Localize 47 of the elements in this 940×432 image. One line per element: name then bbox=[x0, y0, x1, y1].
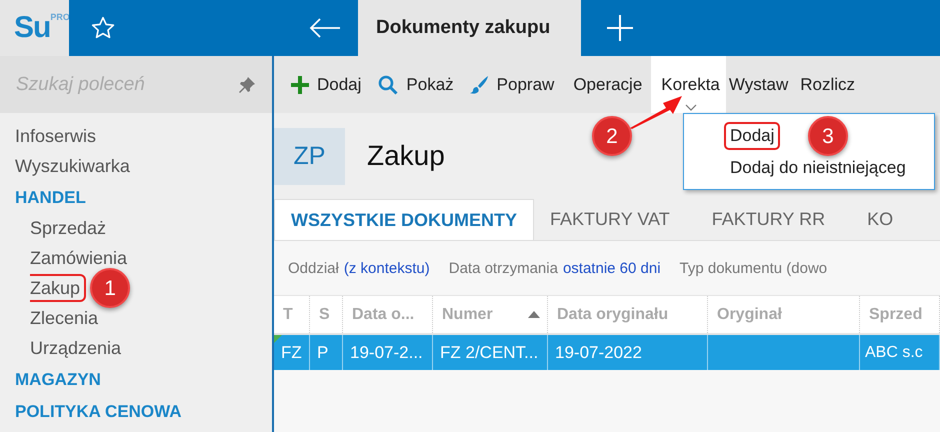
step-badge: 3 bbox=[808, 116, 848, 156]
plus-icon[interactable] bbox=[607, 15, 633, 41]
table-cell: FZ bbox=[281, 342, 302, 362]
tab[interactable]: WSZYSTKIE DOKUMENTY bbox=[274, 199, 534, 240]
logo: Su$^{PRO}$ bbox=[0, 0, 69, 56]
document-code: ZP bbox=[274, 128, 345, 184]
toolbar-button[interactable]: Korekta bbox=[651, 56, 726, 113]
page-title: Zakup bbox=[367, 140, 445, 172]
sidebar-item[interactable]: Sprzedaż bbox=[30, 214, 112, 242]
tab[interactable]: KO bbox=[851, 199, 910, 240]
section-header[interactable]: POLITYKA CENOWA bbox=[15, 397, 272, 427]
toolbar-button[interactable]: Dodaj bbox=[288, 56, 376, 113]
section-header[interactable]: MAGAZYN bbox=[15, 365, 272, 395]
star-icon[interactable] bbox=[90, 15, 116, 41]
filter-link[interactable]: (z kontekstu) bbox=[344, 260, 430, 276]
menu-item[interactable]: Dodaj bbox=[724, 122, 780, 150]
toolbar-button[interactable]: Popraw bbox=[466, 56, 570, 113]
pointer-arrow bbox=[628, 94, 684, 130]
filter-link[interactable]: ostatnie 60 dni bbox=[562, 260, 661, 276]
table-cell: 19-07-2022 bbox=[555, 342, 642, 362]
filter-label: Data otrzymania bbox=[448, 260, 558, 276]
filter-label: Typ dokumentu (dowo bbox=[680, 260, 828, 276]
window-tab[interactable]: Dokumenty zakupu bbox=[358, 0, 581, 56]
pin-icon[interactable] bbox=[238, 76, 256, 94]
toolbar-button[interactable]: Operacje bbox=[570, 56, 652, 113]
toolbar-button[interactable]: Wystaw bbox=[726, 56, 798, 113]
table-cell: ABC s.c bbox=[865, 344, 923, 362]
menu-item[interactable]: Dodaj do nieistniejąceg bbox=[724, 154, 912, 182]
sidebar-item[interactable]: Urządzenia bbox=[30, 334, 128, 362]
back-arrow-icon[interactable] bbox=[309, 18, 341, 38]
tab[interactable]: FAKTURY RR bbox=[696, 199, 842, 240]
table-cell: P bbox=[317, 342, 328, 362]
filter-label: Oddział bbox=[288, 260, 339, 276]
section-header[interactable]: HANDEL bbox=[15, 183, 272, 213]
step-badge: 1 bbox=[90, 268, 130, 308]
search-icon bbox=[378, 74, 398, 94]
caret-icon bbox=[685, 104, 698, 111]
plus-icon bbox=[291, 76, 309, 94]
toolbar-button[interactable]: Pokaż bbox=[375, 56, 466, 113]
table-cell: FZ 2/CENT... bbox=[440, 342, 538, 362]
sidebar-item[interactable]: Wyszukiwarka bbox=[15, 151, 272, 181]
sidebar-item[interactable]: Infoserwis bbox=[15, 121, 272, 151]
sort-arrow-icon bbox=[528, 311, 540, 318]
table-cell: 19-07-2... bbox=[350, 342, 423, 362]
tab[interactable]: FAKTURY VAT bbox=[534, 199, 686, 240]
toolbar-button[interactable]: Rozlicz bbox=[797, 56, 864, 113]
brush-icon bbox=[468, 74, 489, 94]
